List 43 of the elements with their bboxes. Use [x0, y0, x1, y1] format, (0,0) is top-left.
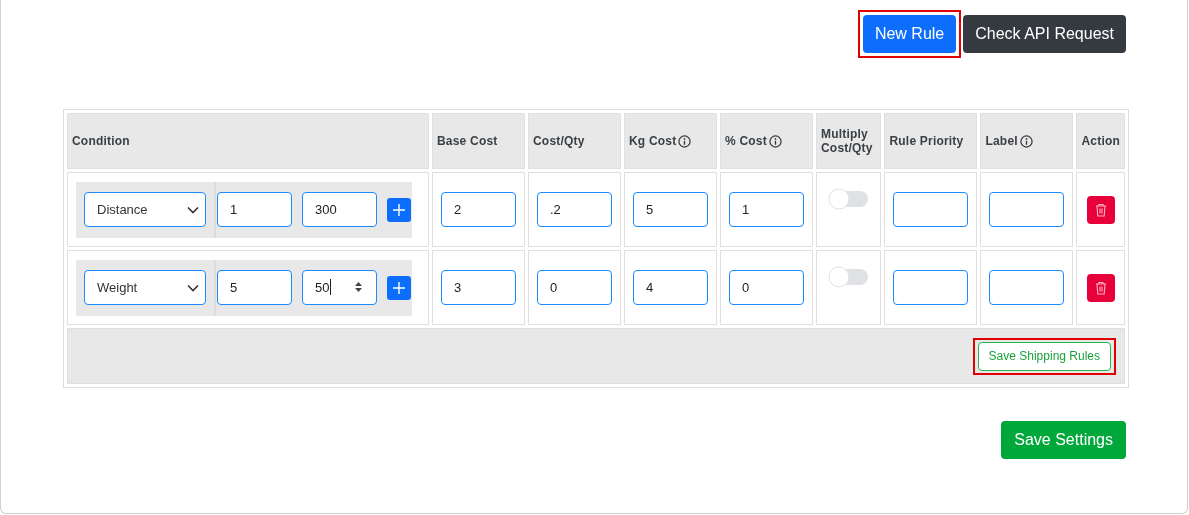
input-field[interactable]: 5 — [217, 270, 292, 305]
input-field[interactable] — [989, 192, 1065, 227]
new-rule-button[interactable]: New Rule — [857, 10, 962, 58]
chevron-icon — [187, 283, 199, 292]
plus-icon — [392, 202, 406, 217]
column-header: Rule Priority — [889, 134, 964, 148]
input-field[interactable]: 3 — [441, 270, 516, 305]
input-field[interactable]: 50 — [302, 270, 377, 305]
input-field[interactable]: 5 — [633, 192, 708, 227]
api-request-button[interactable]: Check API Request — [963, 15, 1126, 53]
trash-icon — [1094, 280, 1107, 295]
column-header: Label — [985, 134, 1018, 148]
column-header: Multiply Cost/Qty — [821, 127, 873, 155]
input-field[interactable] — [893, 270, 969, 305]
column-header: Base Cost — [437, 134, 498, 148]
input-field[interactable]: 0 — [537, 270, 612, 305]
add-button[interactable] — [387, 197, 411, 222]
select-field[interactable]: Weight — [84, 270, 206, 305]
chevron-icon — [187, 205, 199, 214]
delete-button[interactable] — [1086, 195, 1115, 224]
delete-button[interactable] — [1086, 273, 1115, 302]
plus-icon — [392, 280, 406, 295]
input-field[interactable] — [893, 192, 969, 227]
trash-icon — [1094, 202, 1107, 217]
input-field[interactable]: 2 — [441, 192, 516, 227]
input-field[interactable]: .2 — [537, 192, 612, 227]
input-field[interactable] — [989, 270, 1065, 305]
input-field[interactable]: 4 — [633, 270, 708, 305]
input-field[interactable]: 1 — [729, 192, 804, 227]
add-button[interactable] — [387, 275, 411, 300]
text-cursor — [330, 279, 331, 295]
spinner-icon[interactable] — [354, 281, 363, 293]
input-field[interactable]: 1 — [217, 192, 292, 227]
input-field[interactable]: 0 — [729, 270, 804, 305]
column-header: % Cost — [725, 134, 767, 148]
column-header: Action — [1081, 134, 1120, 148]
select-field[interactable]: Distance — [84, 192, 206, 227]
column-header: Condition — [72, 134, 130, 148]
toggle-switch[interactable] — [827, 187, 870, 208]
column-header: Cost/Qty — [533, 134, 585, 148]
input-field[interactable]: 300 — [302, 192, 377, 227]
column-header: Kg Cost — [629, 134, 677, 148]
toggle-switch[interactable] — [827, 265, 870, 286]
